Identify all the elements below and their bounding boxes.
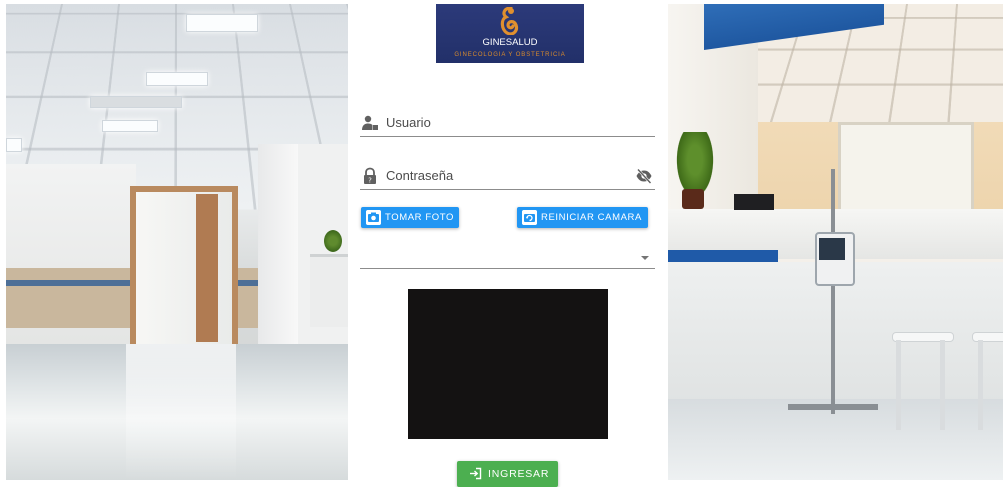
username-label: Usuario: [386, 115, 431, 130]
restart-camera-label: REINICIAR CAMARA: [541, 212, 642, 223]
caret-down-icon[interactable]: [641, 256, 649, 260]
branch-select[interactable]: [360, 246, 655, 269]
camera-preview: [408, 289, 608, 439]
svg-text:?: ?: [368, 177, 372, 185]
user-key-icon: [362, 115, 378, 130]
login-icon: [470, 467, 482, 480]
brand-logo: GINESALUD GINECOLOGIA Y OBSTETRICIA: [436, 4, 584, 63]
restart-camera-button[interactable]: REINICIAR CAMARA: [517, 207, 648, 228]
login-panel: GINESALUD GINECOLOGIA Y OBSTETRICIA Usua…: [349, 0, 667, 487]
submit-label: INGRESAR: [488, 468, 550, 480]
brand-tagline: GINECOLOGIA Y OBSTETRICIA: [454, 52, 566, 58]
username-field[interactable]: Usuario: [360, 110, 655, 137]
password-label: Contraseña: [386, 168, 454, 183]
camera-switch-icon: [522, 210, 537, 225]
eye-off-icon[interactable]: [635, 167, 653, 185]
submit-button[interactable]: INGRESAR: [457, 461, 558, 487]
logo-mark-icon: [500, 7, 519, 35]
take-photo-button[interactable]: TOMAR FOTO: [361, 207, 459, 228]
background-photo-reception: [668, 4, 1003, 480]
brand-name: GINESALUD: [482, 37, 538, 48]
lock-question-icon: ?: [364, 167, 376, 185]
take-photo-label: TOMAR FOTO: [385, 212, 454, 223]
background-photo-corridor: [6, 4, 348, 480]
camera-icon: [366, 210, 381, 225]
password-field[interactable]: ? Contraseña: [360, 163, 655, 190]
